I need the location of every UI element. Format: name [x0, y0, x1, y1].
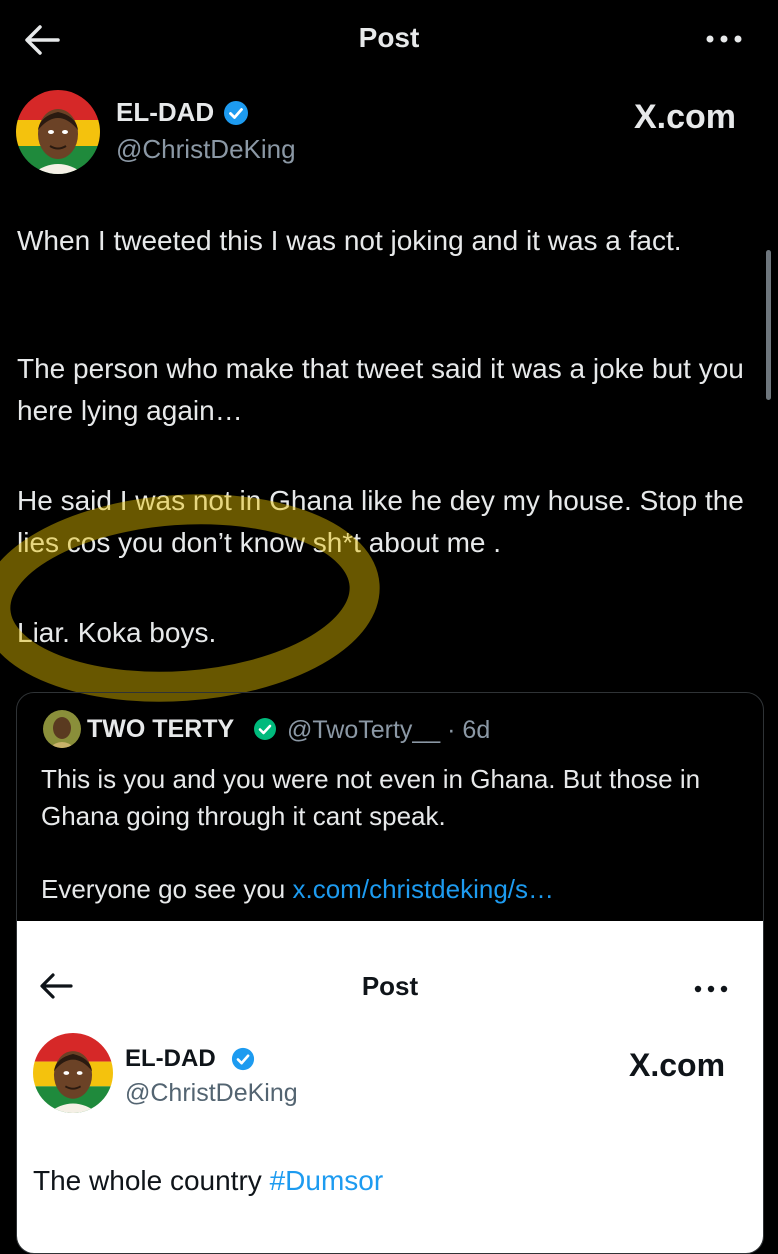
- author-handle[interactable]: @ChristDeKing: [116, 134, 296, 165]
- quoted-author-name[interactable]: TWO TERTY: [87, 715, 234, 744]
- post-paragraph: The person who make that tweet said it w…: [17, 353, 744, 426]
- more-horizontal-icon: [706, 35, 742, 43]
- embedded-screenshot: Post EL-DAD @ChristDeKing X.com The whol…: [17, 921, 763, 1253]
- avatar[interactable]: [16, 90, 100, 174]
- verified-badge-icon: [253, 717, 277, 741]
- embedded-author-name: EL-DAD: [125, 1045, 216, 1072]
- quoted-avatar[interactable]: [43, 710, 81, 748]
- more-horizontal-icon: [689, 979, 733, 999]
- quoted-post-card[interactable]: TWO TERTY @TwoTerty__ · 6d This is you a…: [16, 692, 764, 1254]
- embedded-source-label: X.com: [629, 1047, 726, 1083]
- author-name[interactable]: EL-DAD: [116, 97, 214, 128]
- quoted-text-prefix: Everyone go see you: [41, 874, 293, 904]
- source-label: X.com: [634, 98, 737, 136]
- page-title: Post: [358, 22, 420, 53]
- embedded-handle: @ChristDeKing: [125, 1079, 298, 1107]
- quoted-handle-time[interactable]: @TwoTerty__ · 6d: [287, 716, 490, 745]
- quoted-text-line: Everyone go see you x.com/christdeking/s…: [41, 871, 741, 908]
- post-paragraph: He said I was not in Ghana like he dey m…: [17, 485, 744, 558]
- verified-badge-icon: [223, 100, 249, 126]
- quoted-text: This is you and you were not even in Gha…: [41, 764, 701, 831]
- scrollbar[interactable]: [766, 250, 771, 400]
- verified-badge-icon: [231, 1047, 255, 1071]
- embedded-text-prefix: The whole country: [33, 1165, 270, 1196]
- quoted-link[interactable]: x.com/christdeking/s…: [293, 874, 555, 904]
- embedded-text: The whole country #Dumsor: [33, 1165, 383, 1197]
- more-options-button[interactable]: [700, 24, 748, 54]
- post-paragraph: When I tweeted this I was not joking and…: [17, 225, 682, 256]
- embedded-title: Post: [361, 971, 419, 1001]
- embedded-avatar: [33, 1033, 113, 1113]
- embedded-hashtag: #Dumsor: [269, 1165, 384, 1196]
- post-paragraph: Liar. Koka boys.: [17, 617, 217, 648]
